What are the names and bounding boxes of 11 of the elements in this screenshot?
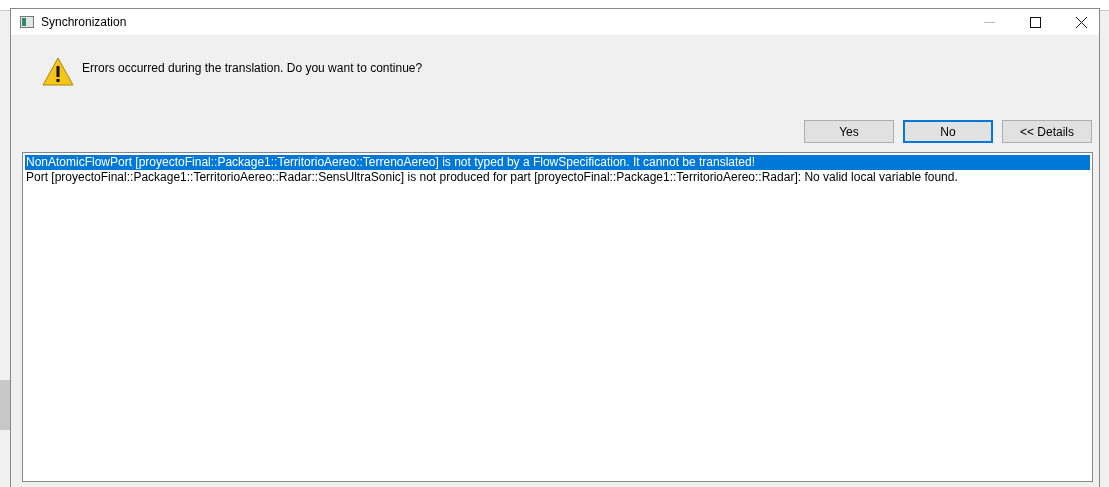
window-icon (20, 16, 34, 28)
details-item[interactable]: NonAtomicFlowPort [proyectoFinal::Package1::TerritorioAereo::TerrenoAereo] is not typed by a FlowSpecification. It cannot be translated! (25, 155, 1090, 170)
window-title: Synchronization (41, 15, 127, 29)
details-item[interactable]: Port [proyectoFinal::Package1::TerritorioAereo::Radar::SensUltraSonic] is not produced for part [proyectoFinal::Package1::TerritorioAereo::Radar]: No valid local variable found. (25, 170, 1090, 185)
dialog-button[interactable]: No (903, 120, 993, 143)
close-icon[interactable] (1076, 16, 1087, 28)
dialog-button[interactable]: << Details (1002, 120, 1092, 143)
message-text: Errors occurred during the translation. Do you want to continue? (82, 61, 423, 75)
dialog-button[interactable]: Yes (804, 120, 894, 143)
maximize-icon[interactable] (1030, 16, 1041, 28)
warning-icon (42, 57, 74, 87)
